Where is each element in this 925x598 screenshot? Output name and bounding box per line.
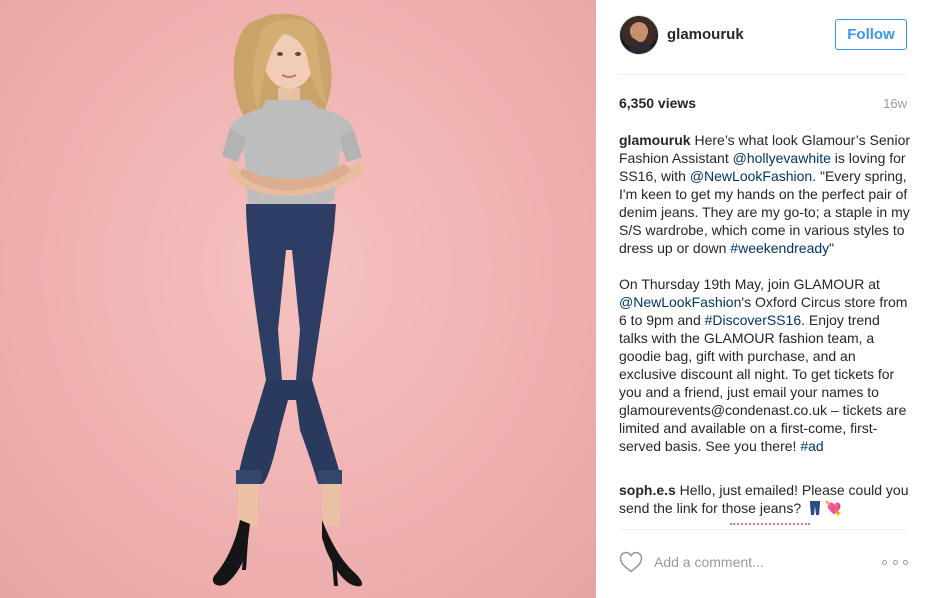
caption-paragraph-1: glamouruk Here’s what look Glamour’s Sen… bbox=[619, 131, 911, 257]
post-photo[interactable] bbox=[0, 0, 596, 598]
more-options-icon[interactable] bbox=[882, 556, 908, 568]
caption-text: " bbox=[829, 240, 835, 256]
dot bbox=[903, 559, 908, 565]
instagram-post: glamouruk Follow 6,350 views 16w glamour… bbox=[0, 0, 925, 598]
jeans-icon bbox=[810, 501, 821, 515]
avatar-face bbox=[634, 25, 647, 42]
comment-item: soph.e.s Hello, just emailed! Please cou… bbox=[619, 481, 911, 517]
heart-emoji: 💘 bbox=[824, 500, 843, 516]
dot bbox=[892, 559, 898, 565]
hashtag-link[interactable]: #weekendready bbox=[730, 240, 829, 256]
post-age[interactable]: 16w bbox=[883, 96, 907, 111]
add-comment-input[interactable] bbox=[654, 551, 874, 573]
heart-icon[interactable] bbox=[619, 551, 643, 573]
post-header: glamouruk Follow bbox=[596, 0, 925, 74]
mention-link[interactable]: @hollyevawhite bbox=[733, 150, 831, 166]
mention-link[interactable]: @NewLookFashion bbox=[619, 294, 741, 310]
caption-text: On Thursday 19th May, join GLAMOUR at bbox=[619, 276, 880, 292]
post-caption: glamouruk Here’s what look Glamour’s Sen… bbox=[619, 131, 911, 455]
avatar-body bbox=[629, 43, 651, 54]
comment-username[interactable]: soph.e.s bbox=[619, 482, 676, 498]
footer-divider bbox=[619, 529, 907, 530]
woman-in-jeans-photo bbox=[212, 13, 364, 587]
caption-username[interactable]: glamouruk bbox=[619, 132, 691, 148]
caption-paragraph-2: On Thursday 19th May, join GLAMOUR at @N… bbox=[619, 275, 911, 455]
author-username[interactable]: glamouruk bbox=[667, 26, 744, 43]
follow-button[interactable]: Follow bbox=[835, 19, 907, 50]
mention-link[interactable]: @NewLookFashion bbox=[690, 168, 812, 184]
avatar[interactable] bbox=[619, 15, 659, 55]
header-divider bbox=[619, 74, 907, 75]
hashtag-link[interactable]: #ad bbox=[800, 438, 823, 454]
dot bbox=[882, 559, 887, 565]
post-side-panel: glamouruk Follow 6,350 views 16w glamour… bbox=[596, 0, 925, 598]
view-count: 6,350 views bbox=[619, 95, 697, 111]
scroll-indicator bbox=[730, 523, 810, 525]
hashtag-link[interactable]: #DiscoverSS16 bbox=[705, 312, 802, 328]
caption-text: . Enjoy trend talks with the GLAMOUR fas… bbox=[619, 312, 907, 454]
